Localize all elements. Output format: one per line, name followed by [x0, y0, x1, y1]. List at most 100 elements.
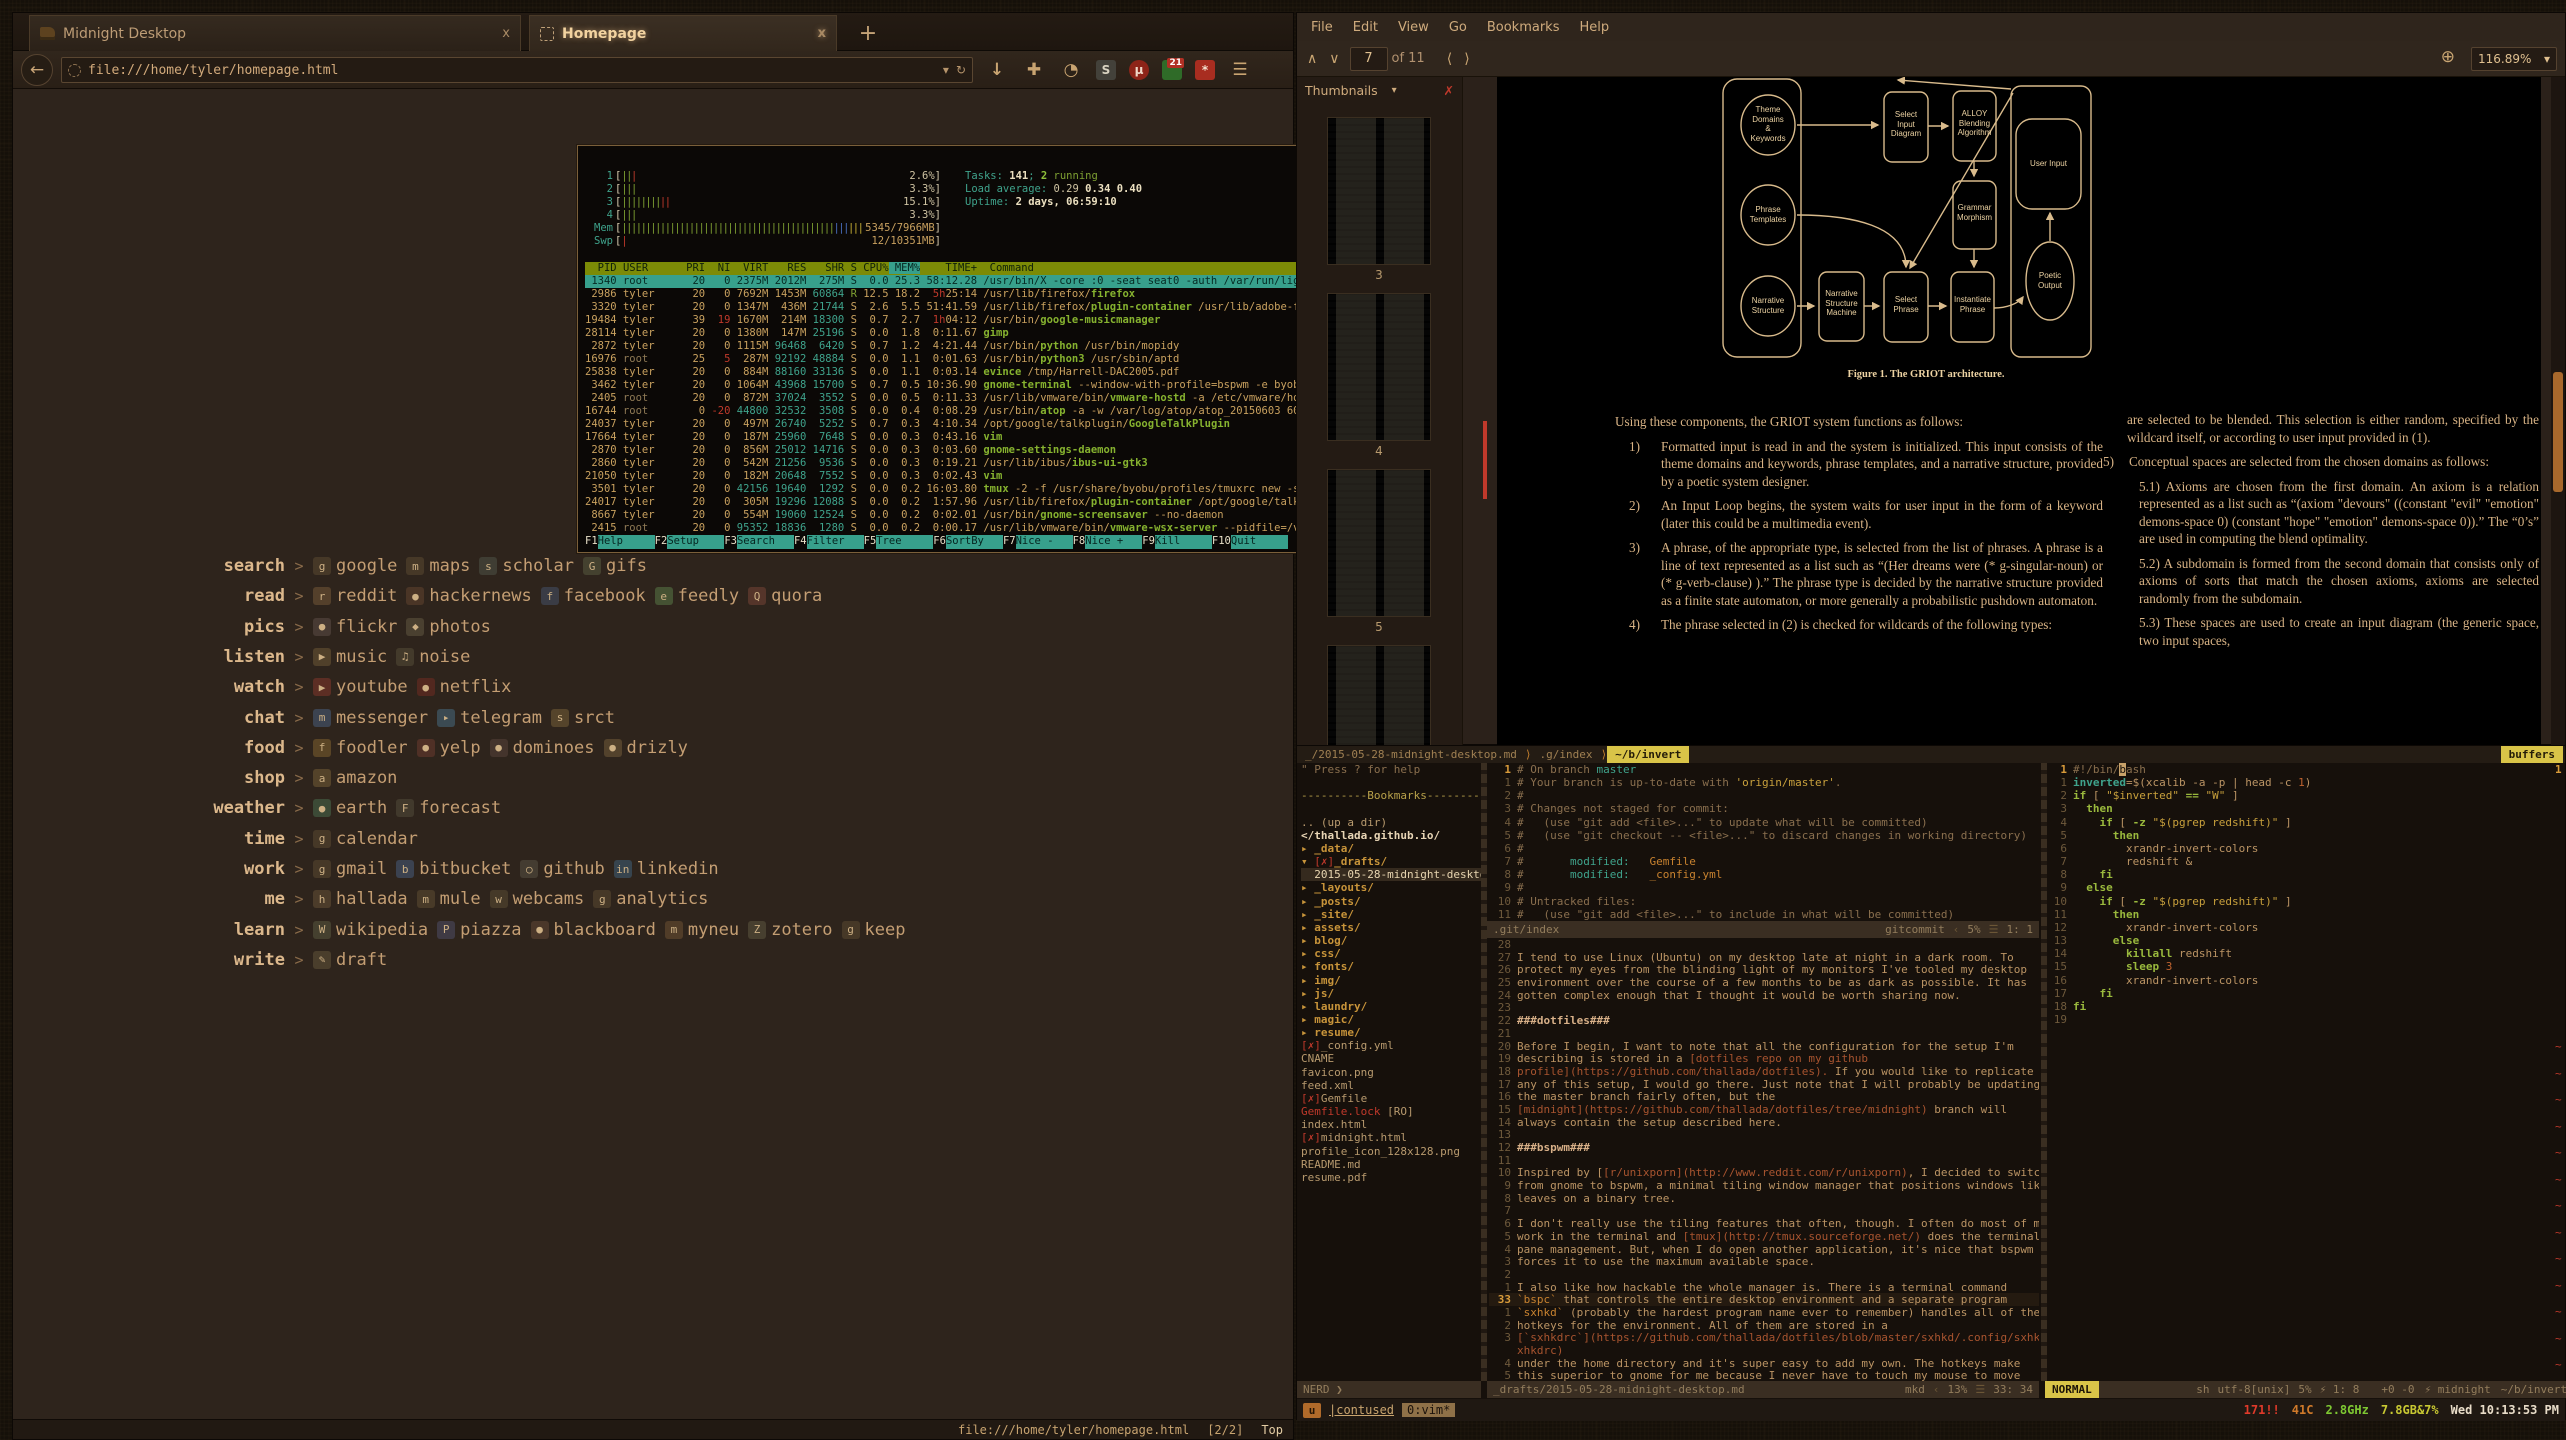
link-github[interactable]: ○github: [520, 859, 604, 879]
fkey-label[interactable]: Help: [598, 535, 655, 549]
link-piazza[interactable]: Ppiazza: [437, 920, 521, 940]
link-drizly[interactable]: ●drizly: [604, 738, 688, 758]
fkey-label[interactable]: Filter: [807, 535, 864, 549]
page-down-button[interactable]: ∨: [1329, 51, 1339, 67]
menu-edit[interactable]: Edit: [1353, 20, 1378, 35]
link-flickr[interactable]: ●flickr: [313, 617, 397, 637]
fkey-label[interactable]: Tree: [876, 535, 933, 549]
htop-process-row[interactable]: 16744 root 0 -20 44800 32532 3508 S 0.0 …: [585, 405, 1329, 418]
link-quora[interactable]: Qquora: [748, 586, 822, 606]
link-amazon[interactable]: aamazon: [313, 768, 397, 788]
htop-process-row[interactable]: 2870 tyler 20 0 856M 25012 14716 S 0.0 0…: [585, 444, 1329, 457]
menu-help[interactable]: Help: [1579, 20, 1609, 35]
htop-process-row[interactable]: 2415 root 20 0 95352 18836 1280 S 0.0 0.…: [585, 522, 1329, 535]
git-index-pane[interactable]: 1# On branch master1# Your branch is up-…: [1489, 763, 2039, 921]
pane-divider[interactable]: [1481, 763, 1487, 1381]
link-hallada[interactable]: hhallada: [313, 889, 408, 909]
htop-process-row[interactable]: 17664 tyler 20 0 187M 25960 7648 S 0.0 0…: [585, 431, 1329, 444]
link-gmail[interactable]: ggmail: [313, 859, 387, 879]
tab-close-icon[interactable]: x: [818, 26, 826, 41]
fkey-F2[interactable]: F2: [655, 535, 668, 549]
url-text[interactable]: file:///home/tyler/homepage.html: [88, 63, 936, 78]
fkey-F1[interactable]: F1: [585, 535, 598, 549]
link-foodler[interactable]: ffoodler: [313, 738, 408, 758]
new-tab-button[interactable]: +: [849, 17, 887, 49]
link-analytics[interactable]: ganalytics: [593, 889, 708, 909]
tab-counter-icon[interactable]: 21: [1162, 60, 1182, 80]
link-wikipedia[interactable]: Wwikipedia: [313, 920, 428, 940]
htop-process-row[interactable]: 16976 root 25 5 287M 92192 48884 S 0.0 1…: [585, 353, 1329, 366]
fkey-F7[interactable]: F7: [1003, 535, 1016, 549]
sidebar-close-icon[interactable]: ✗: [1444, 83, 1454, 98]
htop-process-row[interactable]: 3462 tyler 20 0 1064M 43968 15700 S 0.7 …: [585, 379, 1329, 392]
zoom-level-select[interactable]: 116.89% ▾: [2471, 47, 2557, 71]
fkey-label[interactable]: Setup: [667, 535, 724, 549]
link-google[interactable]: ggoogle: [313, 556, 397, 576]
fkey-label[interactable]: Nice +: [1085, 535, 1142, 549]
ublock-icon[interactable]: µ: [1129, 60, 1149, 80]
fkey-label[interactable]: Nice -: [1016, 535, 1073, 549]
fkey-F10[interactable]: F10: [1212, 535, 1231, 549]
menu-file[interactable]: File: [1311, 20, 1333, 35]
htop-process-row[interactable]: 19484 tyler 39 19 1670M 214M 18300 S 0.7…: [585, 314, 1329, 327]
link-music[interactable]: ▶music: [313, 647, 387, 667]
fkey-F6[interactable]: F6: [933, 535, 946, 549]
markdown-pane[interactable]: 2827I tend to use Linux (Ubuntu) on my d…: [1489, 938, 2039, 1381]
fkey-label[interactable]: Quit: [1231, 535, 1288, 549]
link-mule[interactable]: mmule: [417, 889, 481, 909]
menu-bookmarks[interactable]: Bookmarks: [1487, 20, 1560, 35]
reload-icon[interactable]: ↻: [956, 63, 966, 77]
tmux-window-item[interactable]: 0:vim*: [1402, 1403, 1455, 1417]
thumbnail-page-5[interactable]: 5: [1327, 469, 1431, 634]
link-bitbucket[interactable]: bbitbucket: [396, 859, 511, 879]
scrollbar-thumb[interactable]: [2553, 372, 2563, 492]
fkey-F8[interactable]: F8: [1073, 535, 1086, 549]
history-back-button[interactable]: ⟨: [1447, 51, 1452, 67]
stylish-icon[interactable]: S: [1096, 60, 1116, 80]
link-gifs[interactable]: Ggifs: [583, 556, 647, 576]
htop-column-header[interactable]: PID USER PRI NI VIRT RES SHR S CPU% MEM%…: [585, 262, 1329, 275]
link-dominoes[interactable]: ●dominoes: [490, 738, 595, 758]
fkey-F5[interactable]: F5: [864, 535, 877, 549]
htop-process-row[interactable]: 3320 tyler 20 0 1347M 436M 21744 S 2.6 5…: [585, 301, 1329, 314]
link-netflix[interactable]: ●netflix: [417, 677, 512, 697]
htop-process-row[interactable]: 25838 tyler 20 0 884M 88160 33136 S 0.0 …: [585, 366, 1329, 379]
link-feedly[interactable]: efeedly: [655, 586, 739, 606]
history-forward-button[interactable]: ⟩: [1464, 51, 1469, 67]
tab-homepage[interactable]: Homepage x: [529, 15, 837, 51]
page-number-input[interactable]: 7: [1350, 47, 1388, 71]
htop-process-row[interactable]: 24037 tyler 20 0 497M 26740 5252 S 0.7 0…: [585, 418, 1329, 431]
zoom-fit-icon[interactable]: ⊕: [2441, 47, 2455, 67]
fkey-label[interactable]: Kill: [1155, 535, 1212, 549]
link-youtube[interactable]: ▶youtube: [313, 677, 408, 697]
link-noise[interactable]: ♫noise: [396, 647, 470, 667]
adblock-icon[interactable]: *: [1195, 60, 1215, 80]
menu-go[interactable]: Go: [1449, 20, 1467, 35]
fkey-F9[interactable]: F9: [1142, 535, 1155, 549]
link-yelp[interactable]: ●yelp: [417, 738, 481, 758]
link-earth[interactable]: ●earth: [313, 798, 387, 818]
thumbnail-page-3[interactable]: 3: [1327, 117, 1431, 282]
menu-icon[interactable]: ☰: [1228, 58, 1252, 82]
sidebar-title[interactable]: Thumbnails: [1305, 83, 1378, 98]
url-bar[interactable]: file:///home/tyler/homepage.html ▾ ↻: [61, 57, 973, 83]
fkey-label[interactable]: Search: [737, 535, 794, 549]
htop-process-row[interactable]: 2872 tyler 20 0 1115M 96468 6420 S 0.7 1…: [585, 340, 1329, 353]
vim-tab-2[interactable]: .g/index: [1532, 746, 1601, 763]
page-up-button[interactable]: ∧: [1307, 51, 1317, 67]
htop-process-row[interactable]: 2860 tyler 20 0 542M 21256 9536 S 0.0 0.…: [585, 457, 1329, 470]
fkey-F4[interactable]: F4: [794, 535, 807, 549]
htop-process-row[interactable]: 28114 tyler 20 0 1380M 147M 25196 S 0.0 …: [585, 327, 1329, 340]
vim-tab-1[interactable]: _/2015-05-28-midnight-desktop.md: [1297, 746, 1525, 763]
link-zotero[interactable]: Zzotero: [748, 920, 832, 940]
link-facebook[interactable]: ffacebook: [541, 586, 646, 606]
link-srct[interactable]: ssrct: [551, 708, 615, 728]
pdf-scrollbar[interactable]: [2551, 77, 2565, 746]
link-calendar[interactable]: gcalendar: [313, 829, 418, 849]
link-keep[interactable]: gkeep: [842, 920, 906, 940]
vim-tab-3[interactable]: ~/b/invert: [1607, 746, 1689, 763]
sidebar-dropdown-icon[interactable]: ▾: [1392, 85, 1397, 96]
link-photos[interactable]: ◆photos: [406, 617, 490, 637]
link-myneu[interactable]: mmyneu: [665, 920, 739, 940]
nerdtree-pane[interactable]: " Press ? for help----------Bookmarks---…: [1301, 763, 1481, 1381]
